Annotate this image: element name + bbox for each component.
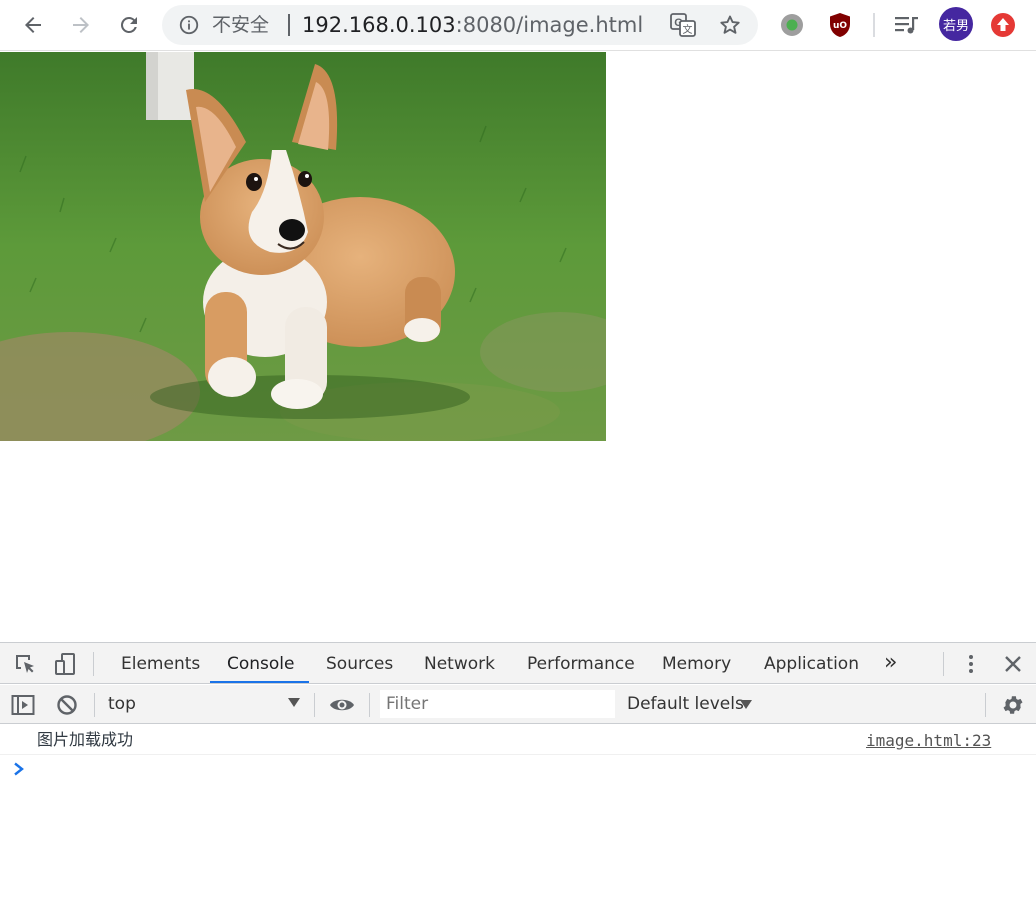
corgi-photo-illustration [0,52,606,441]
tab-elements[interactable]: Elements [121,643,200,684]
close-devtools-button[interactable] [999,650,1027,678]
show-sidebar-button[interactable] [9,691,37,719]
media-controls-button[interactable] [892,10,922,40]
devtools-tab-bar: Elements Console Sources Network Perform… [0,643,1036,684]
tab-application[interactable]: Application [764,643,859,684]
log-levels-dropdown[interactable]: Default levels [627,685,744,724]
svg-text:文: 文 [683,23,693,36]
more-tabs-button[interactable]: » [884,643,897,684]
device-mobile-icon [55,653,75,675]
reload-button[interactable] [111,7,147,43]
page-viewport [0,52,1036,642]
tab-separator [93,652,94,676]
devtools-panel: Elements Console Sources Network Perform… [0,642,1036,920]
svg-text:uO: uO [833,21,847,31]
filter-input[interactable] [380,690,615,718]
console-toolbar-separator-2 [314,693,315,717]
url-path: :8080/image.html [455,13,644,37]
update-arrow-icon [991,13,1015,37]
live-expression-button[interactable] [328,691,356,719]
forward-arrow-icon [73,17,89,33]
bookmark-star-icon[interactable] [718,13,742,37]
levels-dropdown-arrow-icon[interactable] [740,700,752,709]
tab-sources[interactable]: Sources [326,643,393,684]
toolbar-divider [873,13,875,37]
sidebar-toggle-icon [11,695,35,715]
gear-icon [1003,696,1023,714]
url-text[interactable]: 192.168.0.103:8080/image.html [302,13,643,37]
clear-console-button[interactable] [53,691,81,719]
ublock-shield-icon: uO [830,13,850,37]
device-toolbar-button[interactable] [51,650,79,678]
console-toolbar: top Default levels [0,685,1036,724]
tab-separator-right [943,652,944,676]
console-toolbar-separator [94,693,95,717]
back-arrow-icon [25,17,41,33]
tab-memory[interactable]: Memory [662,643,731,684]
eye-icon [330,699,354,711]
console-toolbar-separator-3 [369,693,370,717]
corgi-image [0,52,606,441]
log-message: 图片加载成功 [37,730,134,749]
forward-button[interactable] [63,7,99,43]
info-icon[interactable] [178,14,200,36]
translate-icon[interactable]: G 文 [670,13,696,37]
browser-toolbar: 不安全 192.168.0.103:8080/image.html G 文 uO… [0,0,1036,51]
url-host: 192.168.0.103 [302,13,456,37]
active-tab-indicator [210,681,309,683]
context-selector[interactable]: top [108,685,136,724]
devtools-menu-button[interactable] [957,650,985,678]
security-label[interactable]: 不安全 [212,14,269,36]
tab-performance[interactable]: Performance [527,643,635,684]
console-settings-button[interactable] [999,691,1027,719]
reload-icon [120,16,137,33]
profile-avatar[interactable]: 若男 [939,7,973,41]
tab-network[interactable]: Network [424,643,495,684]
status-dot-icon [781,14,803,36]
update-button[interactable] [988,10,1018,40]
ublock-extension-button[interactable]: uO [825,10,855,40]
log-source-link[interactable]: image.html:23 [866,730,991,752]
address-bar[interactable]: 不安全 192.168.0.103:8080/image.html G 文 [162,5,758,45]
console-toolbar-separator-4 [985,693,986,717]
kebab-menu-icon [969,655,973,673]
context-dropdown-arrow-icon[interactable] [288,698,300,707]
inspect-cursor-icon [16,655,34,673]
extension-status-button[interactable] [777,10,807,40]
playlist-music-icon [895,17,918,34]
back-button[interactable] [15,7,51,43]
console-log-row: 图片加载成功 image.html:23 [0,725,1036,755]
clear-circle-slash-icon [57,695,77,715]
tab-console[interactable]: Console [227,643,295,684]
close-icon [1005,656,1021,672]
inspect-element-button[interactable] [11,650,39,678]
address-separator [288,14,290,36]
console-prompt-chevron-icon[interactable] [12,761,26,777]
